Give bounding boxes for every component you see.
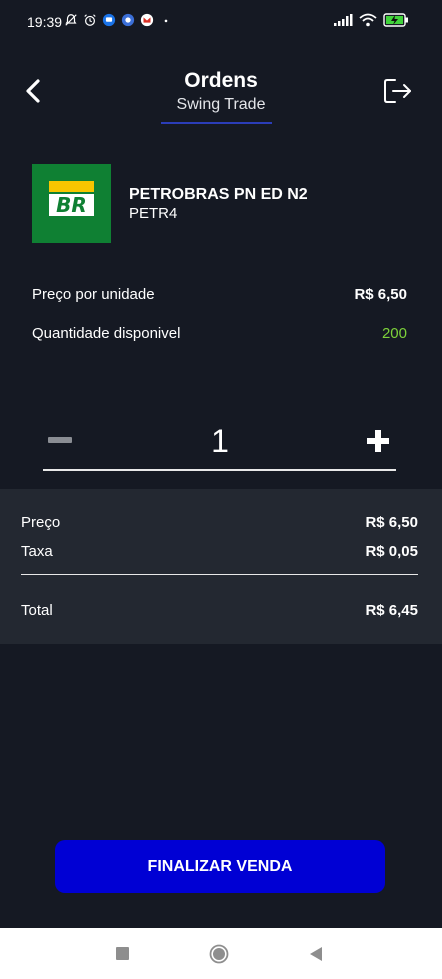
back-icon[interactable] [309,946,323,962]
battery-charging-icon [383,13,408,27]
asset-logo: BR [32,164,111,243]
asset-name: PETROBRAS PN ED N2 [129,186,308,203]
tab-swing-trade[interactable]: Swing Trade [0,96,442,114]
unit-price-value: R$ 6,50 [354,286,407,303]
summary-total-value: R$ 6,45 [365,602,418,619]
summary-fee-label: Taxa [21,543,53,560]
available-quantity-label: Quantidade disponivel [32,325,181,342]
order-summary [0,489,442,644]
status-time: 19:39 [27,14,63,30]
minus-icon[interactable] [48,437,72,443]
quantity-value[interactable]: 1 [160,423,280,460]
recent-apps-icon[interactable] [116,947,129,960]
finalize-sale-button[interactable]: FINALIZAR VENDA [55,840,385,893]
page-title: Ordens [184,69,258,92]
svg-text:BR: BR [56,193,87,217]
wifi-icon [359,13,377,27]
gmail-icon [140,13,154,27]
dot-icon [164,19,168,23]
summary-price-value: R$ 6,50 [365,514,418,531]
unit-price-label: Preço por unidade [32,286,155,303]
summary-fee-value: R$ 0,05 [365,543,418,560]
summary-divider [21,574,418,575]
tab-underline [161,122,272,124]
app-icon [121,13,135,27]
status-left-icons [64,13,173,27]
signal-icon [334,14,353,26]
logout-icon[interactable] [383,78,413,104]
plus-icon[interactable] [366,429,390,453]
summary-total-label: Total [21,602,53,619]
summary-price-label: Preço [21,514,61,531]
alarm-icon [84,14,96,26]
quantity-underline [43,469,396,471]
home-icon[interactable] [209,944,229,964]
messages-icon [102,13,116,27]
petrobras-logo-icon: BR [32,164,111,243]
bell-off-icon [65,14,77,26]
status-right-icons [333,13,409,27]
asset-ticker: PETR4 [129,205,178,222]
available-quantity-value: 200 [381,325,407,342]
